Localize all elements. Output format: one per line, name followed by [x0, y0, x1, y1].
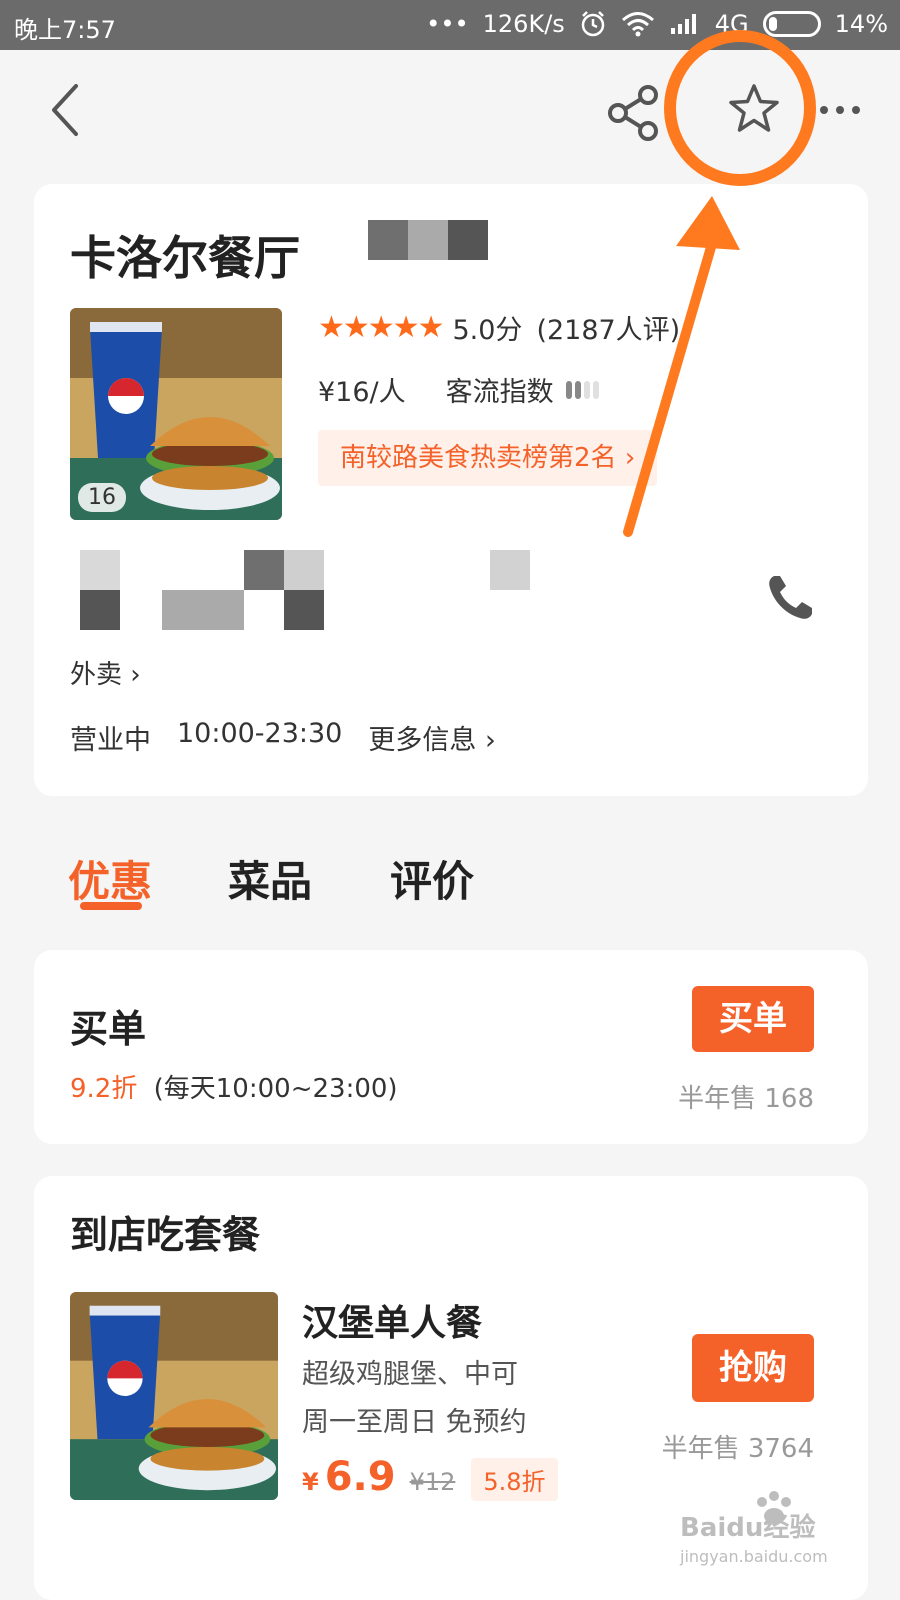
waimai-label: 外卖: [70, 660, 123, 690]
traffic-bar: [583, 380, 590, 399]
pay-card: 买单 9.2折 (每天10:00~23:00) 买单 半年售 168: [34, 950, 868, 1144]
rank-text: 南较路美食热卖榜第2名: [340, 443, 617, 473]
hours-row: 营业中 10:00-23:30 更多信息 ›: [70, 718, 496, 757]
pay-time: (每天10:00~23:00): [153, 1074, 398, 1104]
watermark-url: jingyan.baidu.com: [679, 1547, 828, 1566]
traffic-bar: [574, 380, 581, 399]
pay-sold: 半年售 168: [678, 1084, 814, 1114]
open-status: 营业中: [70, 725, 151, 756]
star-icon[interactable]: [724, 80, 784, 140]
status-bar: 晚上7:57 ••• 126K/s 4G 14%: [0, 0, 900, 50]
baidu-jingyan-watermark: Baidu经验 jingyan.baidu.com: [679, 1491, 828, 1566]
battery-icon: [762, 11, 821, 37]
open-hours: 10:00-23:30: [177, 718, 343, 749]
network-type: 4G: [714, 10, 749, 38]
pay-button[interactable]: 买单: [692, 986, 814, 1052]
rating-row: ★★★★★ 5.0分 (2187人评): [318, 308, 680, 347]
status-time: 晚上7:57: [14, 16, 116, 44]
meal-desc-items: 超级鸡腿堡、中可: [302, 1359, 518, 1390]
shop-info-card: 卡洛尔餐厅 16 ★★★★★ 5.0分 (2187人评) ¥16/人 客流指数 …: [34, 184, 868, 796]
alarm-icon: [581, 11, 605, 37]
price-row: ¥6.9 ¥12 5.8折: [302, 1454, 558, 1501]
price-original: ¥12: [409, 1468, 456, 1496]
watermark-brand: Baidu经验: [680, 1512, 815, 1543]
share-icon[interactable]: [604, 83, 664, 143]
set-meal-section-title: 到店吃套餐: [70, 1213, 261, 1257]
more-info-label: 更多信息: [368, 725, 477, 756]
waimai-link[interactable]: 外卖 ›: [70, 654, 141, 691]
traffic-bar: [565, 380, 572, 399]
buy-button[interactable]: 抢购: [692, 1334, 814, 1402]
price-traffic-row: ¥16/人 客流指数: [318, 370, 599, 409]
battery-percent: 14%: [834, 10, 888, 38]
back-icon[interactable]: [38, 80, 98, 140]
more-info-link[interactable]: 更多信息 ›: [368, 718, 495, 757]
chevron-right-icon: ›: [476, 725, 496, 756]
meal-name[interactable]: 汉堡单人餐: [302, 1294, 482, 1346]
price-per-person: ¥16/人: [318, 377, 406, 408]
shop-name: 卡洛尔餐厅: [70, 231, 300, 285]
rating-stars: ★★★★★: [318, 310, 444, 345]
active-tab-indicator: [80, 902, 142, 910]
rank-badge[interactable]: 南较路美食热卖榜第2名 ›: [318, 430, 658, 486]
signal-icon: [670, 14, 696, 34]
price-value: 6.9: [324, 1454, 396, 1500]
top-nav: [0, 50, 900, 170]
meal-photo[interactable]: [70, 1292, 278, 1500]
review-count[interactable]: (2187人评): [536, 308, 680, 347]
burger-image: [70, 1292, 278, 1500]
phone-icon[interactable]: [762, 570, 818, 626]
traffic-label: 客流指数: [445, 377, 554, 408]
tab-caipin[interactable]: 菜品: [228, 848, 312, 909]
pay-discount: 9.2折 (每天10:00~23:00): [70, 1068, 398, 1105]
network-speed: 126K/s: [482, 10, 565, 38]
meal-sold: 半年售 3764: [661, 1434, 814, 1464]
chevron-right-icon: ›: [130, 660, 141, 690]
traffic-bar: [592, 380, 599, 399]
rating-score: 5.0分: [452, 315, 523, 346]
photo-count: 16: [78, 483, 126, 512]
tab-youhui[interactable]: 优惠: [68, 848, 152, 909]
pay-rate: 9.2折: [70, 1074, 138, 1104]
shop-photo[interactable]: 16: [70, 308, 282, 520]
price-now: ¥6.9: [302, 1454, 396, 1500]
more-icon[interactable]: [818, 90, 878, 130]
status-icons: ••• 126K/s 4G 14%: [426, 10, 888, 38]
pay-title: 买单: [70, 1007, 147, 1051]
status-dots: •••: [426, 10, 469, 38]
tab-pingjia[interactable]: 评价: [390, 848, 474, 909]
price-currency: ¥: [302, 1468, 319, 1496]
traffic-meter: [565, 380, 599, 399]
wifi-icon: [621, 12, 654, 37]
discount-badge: 5.8折: [471, 1458, 558, 1501]
meal-desc-schedule: 周一至周日 免预约: [302, 1407, 527, 1438]
chevron-right-icon: ›: [624, 443, 636, 473]
